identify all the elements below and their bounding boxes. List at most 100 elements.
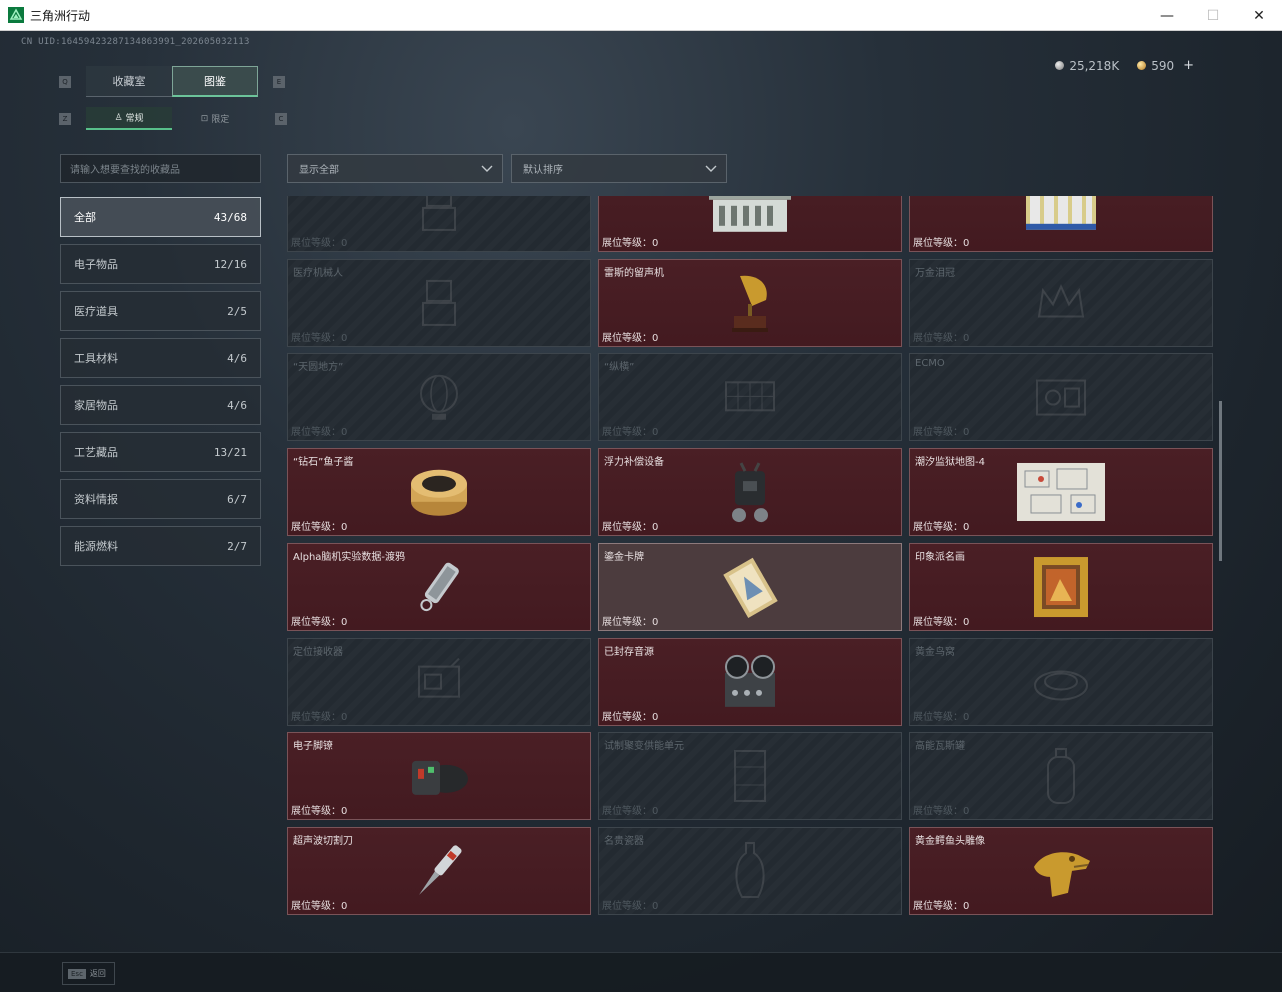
sidebar-item-household[interactable]: 家居物品 4/6 <box>60 385 261 425</box>
collection-card[interactable]: 名贵瓷器 展位等级：0 <box>598 826 902 915</box>
collection-card[interactable]: 浮力补偿设备 展位等级：0 <box>598 448 902 537</box>
level-label: 展位等级： <box>291 616 341 628</box>
card-level: 展位等级：0 <box>602 234 658 249</box>
sidebar-item-crafts[interactable]: 工艺藏品 13/21 <box>60 432 261 472</box>
sidebar-item-label: 全部 <box>74 211 96 224</box>
main-tabs: 收藏室 图鉴 <box>86 66 258 97</box>
collection-card[interactable]: 展位等级：0 <box>287 196 591 252</box>
sidebar-item-label: 医疗道具 <box>74 305 118 318</box>
collection-card[interactable]: “纵横” 展位等级：0 <box>598 353 902 442</box>
collection-card[interactable]: 试制聚变供能单元 展位等级：0 <box>598 732 902 821</box>
card-icon <box>715 555 785 623</box>
gramophone-icon <box>726 272 774 338</box>
maximize-button[interactable]: ☐ <box>1190 0 1236 31</box>
card-level: 展位等级：0 <box>913 234 969 249</box>
robot-icon <box>409 273 469 337</box>
level-value: 0 <box>963 332 970 344</box>
robot-icon <box>409 196 469 242</box>
collection-card[interactable]: 鎏金卡牌 展位等级：0 <box>598 542 902 631</box>
collection-card[interactable]: 印象派名画 展位等级：0 <box>909 542 1213 631</box>
usb-drive-icon <box>409 555 469 623</box>
level-value: 0 <box>652 900 659 912</box>
board-icon <box>720 377 780 421</box>
currency-silver: 25,218K <box>1055 59 1119 73</box>
card-level: 展位等级：0 <box>291 708 347 723</box>
card-name: “天圆地方” <box>293 362 344 374</box>
battery-pack-icon <box>1022 196 1100 240</box>
subtab-limited[interactable]: ⊡ 限定 <box>172 107 258 130</box>
card-level: 展位等级：0 <box>291 234 347 249</box>
close-button[interactable]: ✕ <box>1236 0 1282 31</box>
display-filter-dropdown[interactable]: 显示全部 <box>287 154 503 183</box>
gas-tank-icon <box>1038 745 1084 811</box>
card-level: 展位等级：0 <box>291 802 347 817</box>
search-input[interactable]: 请输入想要查找的收藏品 <box>60 154 261 183</box>
card-name: 黄金鳄鱼头雕像 <box>915 835 985 847</box>
collection-card[interactable]: 万金泪冠 展位等级：0 <box>909 258 1213 347</box>
subtab-regular[interactable]: ♙ 常规 <box>86 107 172 130</box>
collection-card[interactable]: 超声波切割刀 展位等级：0 <box>287 826 591 915</box>
esc-key-hint: Esc <box>68 968 86 979</box>
collection-card[interactable]: 定位接收器 展位等级：0 <box>287 637 591 726</box>
level-label: 展位等级： <box>602 427 652 439</box>
card-level: 展位等级：0 <box>602 613 658 628</box>
level-value: 0 <box>963 522 970 534</box>
card-level: 展位等级：0 <box>602 802 658 817</box>
collection-card[interactable]: 黄金鸟窝 展位等级：0 <box>909 637 1213 726</box>
level-value: 0 <box>341 427 348 439</box>
caviar-tin-icon <box>408 464 470 524</box>
ultrasonic-knife-icon <box>409 838 469 908</box>
collection-grid: 展位等级：0 展位等级：0 展位等级：0 医疗机械人 展位等级：0 雷斯的留声机 展位等级：… <box>287 196 1213 924</box>
add-currency-button[interactable]: + <box>1183 58 1194 73</box>
sidebar-item-medical[interactable]: 医疗道具 2/5 <box>60 291 261 331</box>
card-name: 潮汐监狱地图-4 <box>915 457 985 469</box>
card-name: 电子脚镣 <box>293 741 333 753</box>
game-screen: CN UID:16459423287134863991_202605032113… <box>0 31 1282 992</box>
collection-card[interactable]: 展位等级：0 <box>598 196 902 252</box>
card-name: 高能瓦斯罐 <box>915 741 965 753</box>
collection-card[interactable]: 雷斯的留声机 展位等级：0 <box>598 258 902 347</box>
sidebar-item-all[interactable]: 全部 43/68 <box>60 197 261 237</box>
tab-collection-room[interactable]: 收藏室 <box>86 66 172 97</box>
subtab-limited-label: 限定 <box>211 115 230 125</box>
collection-card[interactable]: 已封存音源 展位等级：0 <box>598 637 902 726</box>
card-level: 展位等级：0 <box>913 708 969 723</box>
level-label: 展位等级： <box>291 711 341 723</box>
level-label: 展位等级： <box>602 806 652 818</box>
collection-card[interactable]: 电子脚镣展位等级：0 <box>287 732 591 821</box>
collection-card[interactable]: 黄金鳄鱼头雕像 展位等级：0 <box>909 826 1213 915</box>
level-label: 展位等级： <box>291 238 341 249</box>
card-name: 印象派名画 <box>915 551 965 563</box>
card-level: 展位等级：0 <box>602 708 658 723</box>
tab-catalog[interactable]: 图鉴 <box>172 66 258 97</box>
sort-value: 默认排序 <box>523 165 563 176</box>
sidebar-item-energy[interactable]: 能源燃料 2/7 <box>60 526 261 566</box>
collection-card[interactable]: Alpha脑机实验数据-渡鸦 展位等级：0 <box>287 542 591 631</box>
collection-card[interactable]: “天圆地方” 展位等级：0 <box>287 353 591 442</box>
level-label: 展位等级： <box>602 522 652 534</box>
back-button[interactable]: Esc 返回 <box>62 962 115 985</box>
collection-card[interactable]: “钻石”鱼子酱 展位等级：0 <box>287 448 591 537</box>
sort-dropdown[interactable]: 默认排序 <box>511 154 727 183</box>
level-label: 展位等级： <box>291 427 341 439</box>
chevron-down-icon <box>481 165 493 172</box>
sidebar-item-intel[interactable]: 资料情报 6/7 <box>60 479 261 519</box>
silver-coin-icon <box>1055 61 1065 70</box>
minimize-button[interactable]: — <box>1144 0 1190 31</box>
level-value: 0 <box>963 427 970 439</box>
collection-card[interactable]: 展位等级：0 <box>909 196 1213 252</box>
collection-card[interactable]: ECMO 展位等级：0 <box>909 353 1213 442</box>
collection-card[interactable]: 潮汐监狱地图-4 展位等级：0 <box>909 448 1213 537</box>
level-label: 展位等级： <box>602 900 652 912</box>
level-value: 0 <box>963 900 970 912</box>
level-value: 0 <box>963 616 970 628</box>
sidebar-item-count: 12/16 <box>213 257 247 271</box>
bottom-bar: Esc 返回 <box>0 952 1282 992</box>
grid-scrollbar[interactable] <box>1219 401 1222 561</box>
sidebar-item-tools[interactable]: 工具材料 4/6 <box>60 338 261 378</box>
card-level: 展位等级：0 <box>913 423 969 438</box>
level-value: 0 <box>652 427 659 439</box>
sidebar-item-electronics[interactable]: 电子物品 12/16 <box>60 244 261 284</box>
collection-card[interactable]: 医疗机械人 展位等级：0 <box>287 258 591 347</box>
collection-card[interactable]: 高能瓦斯罐 展位等级：0 <box>909 732 1213 821</box>
